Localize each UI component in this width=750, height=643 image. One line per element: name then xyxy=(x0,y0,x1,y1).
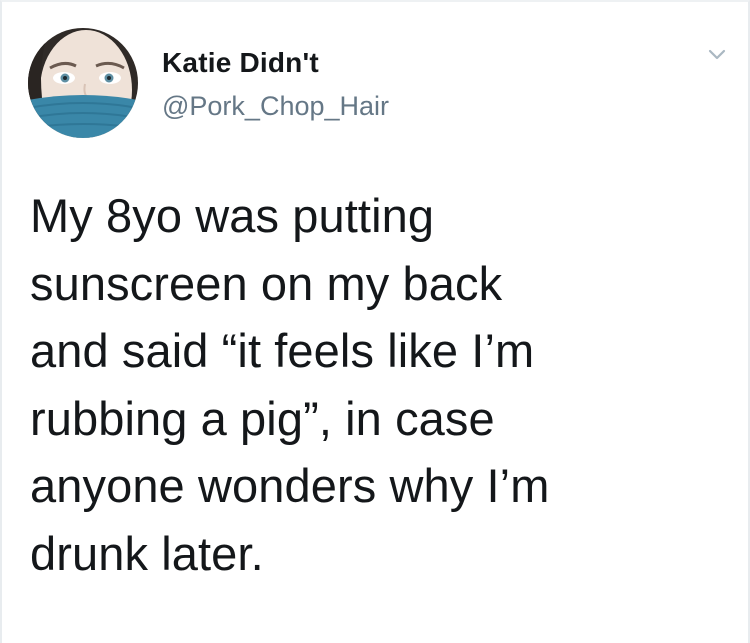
tweet-text-line: sunscreen on my back xyxy=(30,256,503,310)
tweet-text-line: anyone wonders why I’m xyxy=(30,459,550,512)
tweet-header: Katie Didn't @Pork_Chop_Hair xyxy=(162,46,389,122)
chevron-down-icon[interactable] xyxy=(704,42,730,68)
tweet-card: Katie Didn't @Pork_Chop_Hair My 8yo was … xyxy=(0,0,750,643)
tweet-text-line: and said “it feels like I’m xyxy=(30,324,535,377)
tweet-text: My 8yo was putting sunscreen on my back … xyxy=(30,182,730,587)
profile-photo-icon xyxy=(28,28,138,138)
tweet-text-line: drunk later. xyxy=(30,526,264,580)
display-name[interactable]: Katie Didn't xyxy=(162,46,389,80)
user-handle[interactable]: @Pork_Chop_Hair xyxy=(162,90,389,122)
tweet-text-line: rubbing a pig”, in case xyxy=(30,391,495,445)
tweet-text-line: My 8yo was putting xyxy=(30,189,435,242)
avatar[interactable] xyxy=(28,28,138,138)
